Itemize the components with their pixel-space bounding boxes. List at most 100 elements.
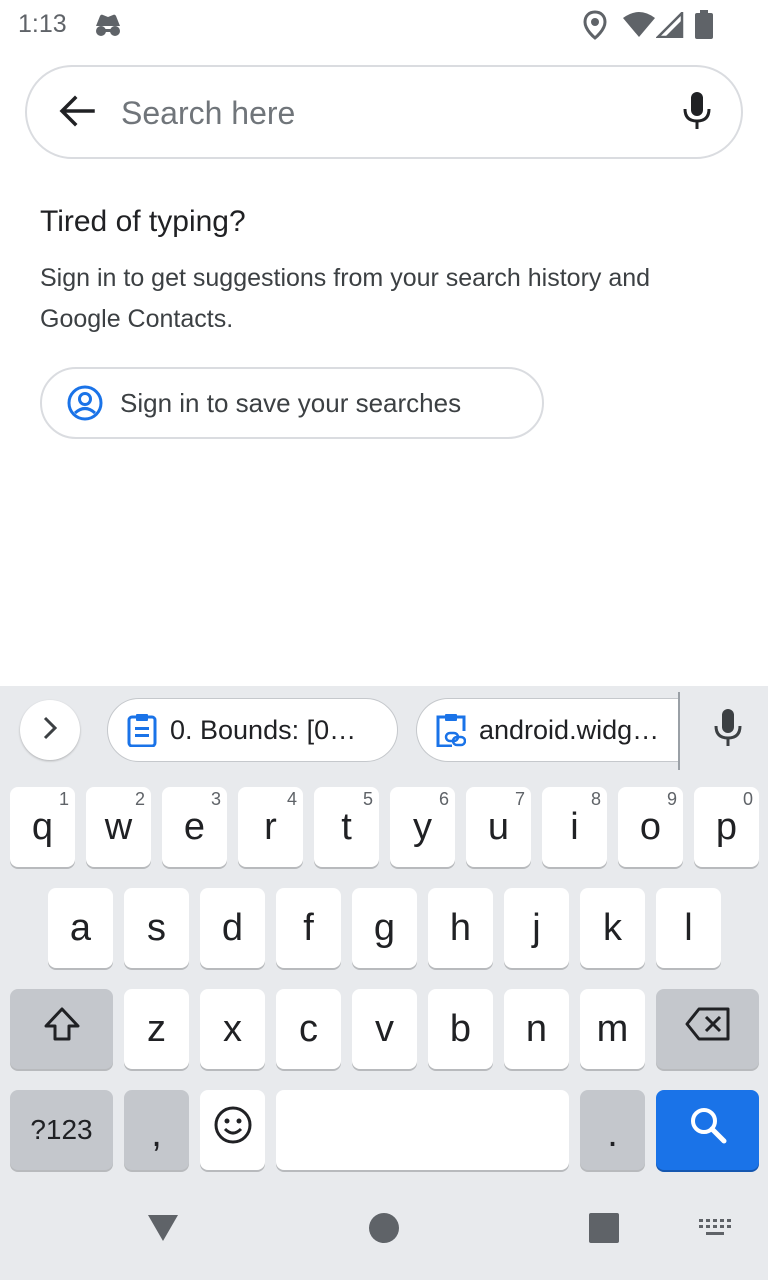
key-x[interactable]: x <box>200 989 265 1069</box>
account-circle-icon <box>66 384 104 422</box>
clipboard-chip-text: 0. Bounds: [0… <box>170 714 357 745</box>
key-letter: j <box>532 906 541 949</box>
key-hint: 7 <box>514 789 525 809</box>
key-letter: o <box>639 805 662 848</box>
backspace-icon <box>685 1007 731 1051</box>
key-k[interactable]: k <box>580 888 645 968</box>
key-p[interactable]: p0 <box>694 787 759 867</box>
key-u[interactable]: u7 <box>466 787 531 867</box>
key-o[interactable]: o9 <box>618 787 683 867</box>
keyboard-switch-button[interactable] <box>690 1210 740 1250</box>
key-letter: p <box>715 805 738 848</box>
home-circle-icon <box>368 1212 400 1249</box>
nav-recents-button[interactable] <box>574 1200 634 1260</box>
key-n[interactable]: n <box>504 989 569 1069</box>
voice-search-button[interactable] <box>671 87 723 139</box>
key-letter: k <box>603 906 622 949</box>
sign-in-button[interactable]: Sign in to save your searches <box>40 367 544 439</box>
key-t[interactable]: t5 <box>314 787 379 867</box>
search-bar <box>25 65 743 159</box>
period-key-label: . <box>607 1113 618 1155</box>
key-r[interactable]: r4 <box>238 787 303 867</box>
key-letter: z <box>147 1007 166 1050</box>
key-j[interactable]: j <box>504 888 569 968</box>
search-icon <box>689 1106 727 1154</box>
key-v[interactable]: v <box>352 989 417 1069</box>
space-key[interactable] <box>276 1090 569 1170</box>
key-z[interactable]: z <box>124 989 189 1069</box>
symbols-key-label: ?123 <box>30 1114 93 1145</box>
key-letter: h <box>449 906 472 949</box>
chevron-right-icon <box>42 715 58 746</box>
key-f[interactable]: f <box>276 888 341 968</box>
key-a[interactable]: a <box>48 888 113 968</box>
key-hint: 8 <box>590 789 601 809</box>
key-hint: 1 <box>58 789 69 809</box>
key-s[interactable]: s <box>124 888 189 968</box>
key-letter: a <box>69 906 92 949</box>
clipboard-chip[interactable]: 0. Bounds: [0… <box>107 698 398 762</box>
key-letter: c <box>299 1007 318 1050</box>
key-letter: q <box>31 805 54 848</box>
shift-key[interactable] <box>10 989 113 1069</box>
key-q[interactable]: q1 <box>10 787 75 867</box>
signal-icon <box>654 9 684 43</box>
keyboard-expand-button[interactable] <box>20 700 80 760</box>
key-hint: 6 <box>438 789 449 809</box>
comma-key[interactable]: , <box>124 1090 189 1170</box>
key-hint: 9 <box>666 789 677 809</box>
period-key[interactable]: . <box>580 1090 645 1170</box>
status-time: 1:13 <box>18 10 67 38</box>
emoji-icon <box>213 1105 253 1155</box>
incognito-icon <box>92 12 124 43</box>
symbols-key[interactable]: ?123 <box>10 1090 113 1170</box>
key-hint: 0 <box>742 789 753 809</box>
key-y[interactable]: y6 <box>390 787 455 867</box>
key-letter: t <box>341 805 352 848</box>
key-letter: g <box>373 906 396 949</box>
key-c[interactable]: c <box>276 989 341 1069</box>
key-letter: e <box>183 805 206 848</box>
key-l[interactable]: l <box>656 888 721 968</box>
key-h[interactable]: h <box>428 888 493 968</box>
clipboard-chip[interactable]: android.widg… <box>416 698 678 762</box>
backspace-key[interactable] <box>656 989 759 1069</box>
sign-in-button-label: Sign in to save your searches <box>120 387 462 418</box>
key-w[interactable]: w2 <box>86 787 151 867</box>
key-letter: w <box>104 805 133 848</box>
key-hint: 5 <box>362 789 373 809</box>
location-icon <box>583 10 607 45</box>
key-letter: b <box>449 1007 472 1050</box>
arrow-back-icon <box>59 95 95 132</box>
wifi-icon <box>622 12 656 43</box>
key-letter: n <box>525 1007 548 1050</box>
search-input[interactable] <box>121 85 641 141</box>
key-letter: m <box>596 1007 629 1050</box>
key-letter: f <box>303 906 314 949</box>
battery-icon <box>694 10 714 45</box>
key-b[interactable]: b <box>428 989 493 1069</box>
nav-home-button[interactable] <box>354 1200 414 1260</box>
keyboard-voice-button[interactable] <box>702 702 754 758</box>
key-letter: u <box>487 805 510 848</box>
keyboard-switch-icon <box>698 1217 732 1244</box>
comma-key-label: , <box>151 1113 162 1155</box>
key-i[interactable]: i8 <box>542 787 607 867</box>
key-m[interactable]: m <box>580 989 645 1069</box>
key-letter: s <box>147 906 166 949</box>
status-bar: 1:13 <box>0 0 768 50</box>
back-button[interactable] <box>51 87 103 139</box>
key-letter: l <box>684 906 693 949</box>
nav-back-button[interactable] <box>133 1200 193 1260</box>
key-e[interactable]: e3 <box>162 787 227 867</box>
key-g[interactable]: g <box>352 888 417 968</box>
key-d[interactable]: d <box>200 888 265 968</box>
emoji-key[interactable] <box>200 1090 265 1170</box>
prompt-title: Tired of typing? <box>40 205 246 238</box>
microphone-icon <box>713 708 743 753</box>
key-hint: 2 <box>134 789 145 809</box>
search-action-key[interactable] <box>656 1090 759 1170</box>
recents-square-icon <box>588 1212 620 1249</box>
key-letter: d <box>221 906 244 949</box>
shift-icon <box>43 1006 81 1052</box>
